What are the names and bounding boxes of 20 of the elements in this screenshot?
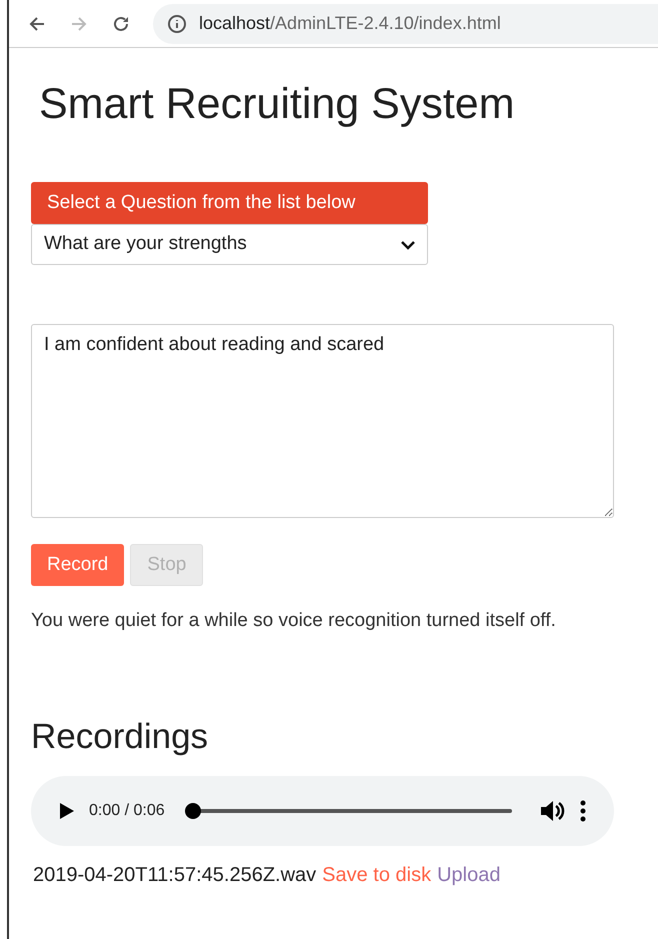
volume-icon[interactable] bbox=[540, 798, 566, 822]
info-icon bbox=[167, 14, 187, 34]
status-message: You were quiet for a while so voice recognition turned itself off. bbox=[31, 609, 557, 633]
seek-thumb[interactable] bbox=[184, 802, 201, 818]
more-options-icon[interactable] bbox=[580, 800, 586, 822]
select-question-button[interactable]: Select a Question from the list below bbox=[31, 182, 428, 224]
play-icon[interactable] bbox=[59, 802, 75, 820]
audio-player[interactable]: 0:00 / 0:06 bbox=[31, 776, 614, 846]
recordings-heading: Recordings bbox=[31, 716, 210, 758]
upload-link[interactable]: Upload bbox=[437, 860, 500, 890]
page-title: Smart Recruiting System bbox=[39, 79, 516, 130]
answer-textarea[interactable]: I am confident about reading and scared bbox=[31, 324, 614, 518]
chevron-down-icon bbox=[401, 240, 415, 250]
file-name: 2019-04-20T11:57:45.256Z.wav bbox=[33, 862, 316, 888]
question-select[interactable]: What are your strengths bbox=[31, 224, 428, 265]
address-bar[interactable]: localhost/AdminLTE-2.4.10/index.html bbox=[153, 4, 658, 44]
record-button[interactable]: Record bbox=[31, 544, 124, 586]
url-text: localhost/AdminLTE-2.4.10/index.html bbox=[199, 12, 501, 35]
time-display: 0:00 / 0:06 bbox=[89, 800, 165, 820]
save-link[interactable]: Save to disk bbox=[322, 860, 432, 890]
